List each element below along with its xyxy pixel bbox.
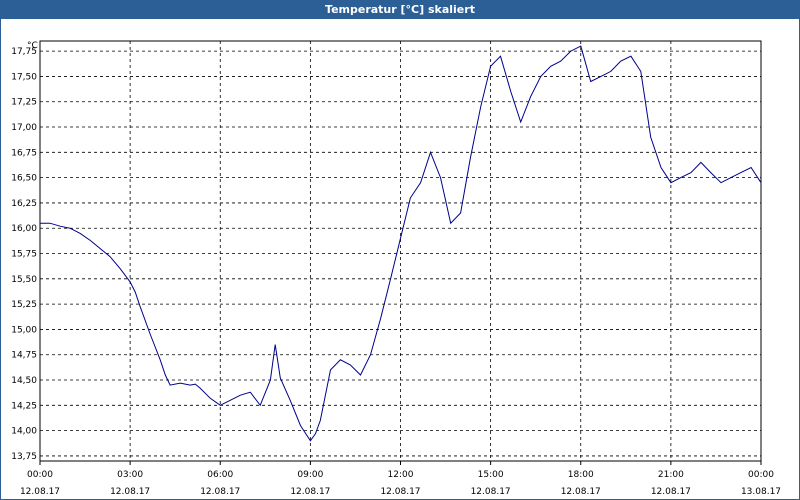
y-tick-label: 16,50 [11,174,37,184]
y-tick-label: 16,25 [11,199,37,209]
x-tick-date-label: 12.08.17 [471,487,511,497]
x-tick-date-label: 12.08.17 [110,487,150,497]
x-tick-time-label: 18:00 [568,470,594,480]
y-tick-label: 14,75 [11,351,37,361]
x-tick-time-label: 15:00 [478,470,504,480]
y-tick-label: 17,25 [11,98,37,108]
y-tick-label: 14,50 [11,376,37,386]
y-tick-label: 17,00 [11,123,37,133]
temperature-line-chart: °C 13,7514,0014,2514,5014,7515,0015,2515… [11,40,781,497]
y-tick-label: 17,50 [11,72,37,82]
x-tick-time-label: 06:00 [207,470,233,480]
x-tick-date-label: 12.08.17 [200,487,240,497]
x-tick-date-label: 12.08.17 [380,487,420,497]
y-tick-label: 15,00 [11,325,37,335]
y-tick-label: 16,75 [11,148,37,158]
y-tick-label: 14,00 [11,427,37,437]
x-tick-time-label: 00:00 [27,470,53,480]
chart-window: Temperatur [°C] skaliert °C 13,75 14,00 14… [0,0,800,500]
y-tick-label: 17,75 [11,47,37,57]
y-tick-label: 16,00 [11,224,37,234]
y-tick-label: 14,25 [11,401,37,411]
x-tick-date-label: 12.08.17 [20,487,60,497]
x-tick-time-label: 00:00 [748,470,774,480]
y-tick-label: 13,75 [11,452,37,462]
x-tick-date-label: 12.08.17 [290,487,330,497]
x-tick-time-label: 03:00 [117,470,143,480]
x-tick-date-label: 13.08.17 [741,487,781,497]
x-tick-time-label: 21:00 [658,470,684,480]
y-tick-label: 15,75 [11,250,37,260]
y-tick-label: 15,50 [11,275,37,285]
y-tick-label: 15,25 [11,300,37,310]
x-tick-time-label: 09:00 [297,470,323,480]
x-tick-time-label: 12:00 [388,470,414,480]
x-tick-date-label: 12.08.17 [651,487,691,497]
x-tick-date-label: 12.08.17 [561,487,601,497]
